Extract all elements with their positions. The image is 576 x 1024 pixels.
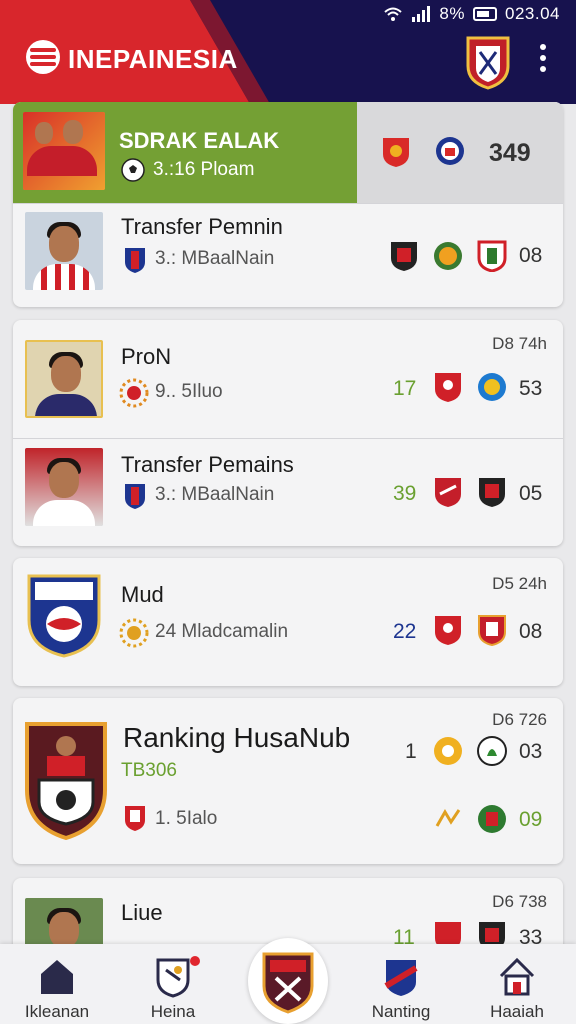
shield-icon <box>384 960 418 996</box>
club-crest-icon <box>27 574 101 658</box>
news-title: Transfer Pemains <box>121 452 294 477</box>
news-sub: 9.. 5Iluo <box>155 381 223 402</box>
row-divider <box>13 438 563 439</box>
app-logo-icon[interactable] <box>26 40 60 74</box>
team-crest-icon <box>435 478 461 507</box>
featured-card[interactable]: SDRAK EALAK 3.:16 Ploam 349 Transfer Pem… <box>13 102 563 307</box>
sun-badge-icon <box>119 378 149 408</box>
nav-label: Ikleanan <box>24 1002 90 1021</box>
news-sub: 3.: MBaalNain <box>155 484 275 505</box>
team-crest-icon <box>477 240 507 272</box>
center-club-button[interactable] <box>248 938 328 1024</box>
nav-tab-ranking[interactable]: Nanting <box>346 944 456 1024</box>
player-photo <box>25 212 103 290</box>
signal-icon <box>412 6 431 22</box>
battery-icon <box>473 7 497 21</box>
team-crest-icon <box>125 484 145 509</box>
team-crest-icon <box>125 806 145 831</box>
featured-score: 349 <box>489 139 531 167</box>
match-score: 53 <box>519 377 543 400</box>
player-photo <box>25 448 103 526</box>
stat-value: 39 <box>393 482 417 505</box>
match-score: 05 <box>519 482 543 505</box>
club-crest-icon[interactable] <box>464 34 512 90</box>
stat-value: 17 <box>393 377 417 400</box>
team-crest-icon <box>125 248 145 273</box>
match-score: 09 <box>519 808 543 831</box>
team-crest-icon <box>391 242 417 271</box>
stat-value: 22 <box>393 620 417 643</box>
ranking-timestamp: D6 726 <box>492 710 547 729</box>
player-photo <box>25 340 103 418</box>
news-title: Transfer Pemnin <box>121 214 283 239</box>
nav-tab-home[interactable]: Ikleanan <box>2 944 112 1024</box>
news-timestamp: D8 74h <box>492 334 547 353</box>
team-crest-icon <box>478 373 506 401</box>
news-sub: 24 Mladcamalin <box>155 621 289 642</box>
home-icon <box>41 960 73 994</box>
team-crest-icon <box>435 616 461 645</box>
ranking-code: TB306 <box>121 760 177 781</box>
news-timestamp: D6 738 <box>492 892 547 911</box>
news-sub: 3.: MBaalNain <box>155 248 275 269</box>
featured-team-photo <box>23 112 105 190</box>
trend-icon <box>435 809 461 827</box>
app-title: INEPAINESIA <box>68 44 238 74</box>
news-card[interactable]: D8 74h ProN 9.. 5Iluo 17 53 Transfer Pem… <box>13 320 563 546</box>
team-crest-icon <box>478 615 506 646</box>
notification-dot <box>190 956 200 966</box>
nav-label: Heina <box>150 1002 196 1021</box>
team-crest-icon <box>477 736 507 766</box>
news-title: Liue <box>121 900 163 925</box>
news-title: ProN <box>121 344 172 369</box>
match-score: 03 <box>519 740 543 763</box>
news-title: Mud <box>121 582 164 607</box>
news-timestamp: D5 24h <box>492 574 547 593</box>
club-crest-icon <box>25 722 107 840</box>
team-crest-icon <box>435 373 461 402</box>
nav-tab-heina[interactable]: Heina <box>118 944 228 1024</box>
app-header: 8% 023.04 INEPAINESIA <box>0 0 576 104</box>
team-crest-icon <box>383 138 409 167</box>
team-crest-icon <box>436 137 464 165</box>
ball-icon <box>156 958 190 998</box>
football-icon <box>121 158 145 182</box>
team-crest-icon <box>434 737 462 765</box>
status-time: 023.04 <box>505 4 560 23</box>
rank-position: 1 <box>405 740 417 763</box>
nav-tab-club[interactable]: Haaiah <box>462 944 572 1024</box>
team-crest-icon <box>478 805 506 833</box>
club-crest-icon <box>262 952 314 1014</box>
nav-label: Nanting <box>371 1002 431 1021</box>
ranking-sub: 1. 5Ialo <box>155 808 218 829</box>
battery-percent: 8% <box>439 4 465 23</box>
ranking-card[interactable]: D6 726 Ranking HusaNub TB306 1. 5Ialo 1 … <box>13 698 563 864</box>
ranking-title: Ranking HusaNub <box>123 722 351 753</box>
house-icon <box>499 957 535 996</box>
nav-label: Haaiah <box>490 1002 544 1021</box>
match-score: 08 <box>519 244 543 267</box>
team-crest-icon <box>434 242 462 270</box>
status-bar: 8% 023.04 <box>383 4 560 24</box>
wifi-icon <box>384 7 403 21</box>
featured-name: SDRAK EALAK <box>119 128 280 153</box>
more-options-icon[interactable] <box>538 44 548 74</box>
match-score: 08 <box>519 620 543 643</box>
featured-sub: 3.:16 Ploam <box>153 159 255 180</box>
sun-badge-icon <box>119 618 149 648</box>
news-card[interactable]: D5 24h Mud 24 Mladcamalin 22 08 <box>13 558 563 686</box>
team-crest-icon <box>479 478 505 507</box>
row-divider <box>13 203 563 204</box>
